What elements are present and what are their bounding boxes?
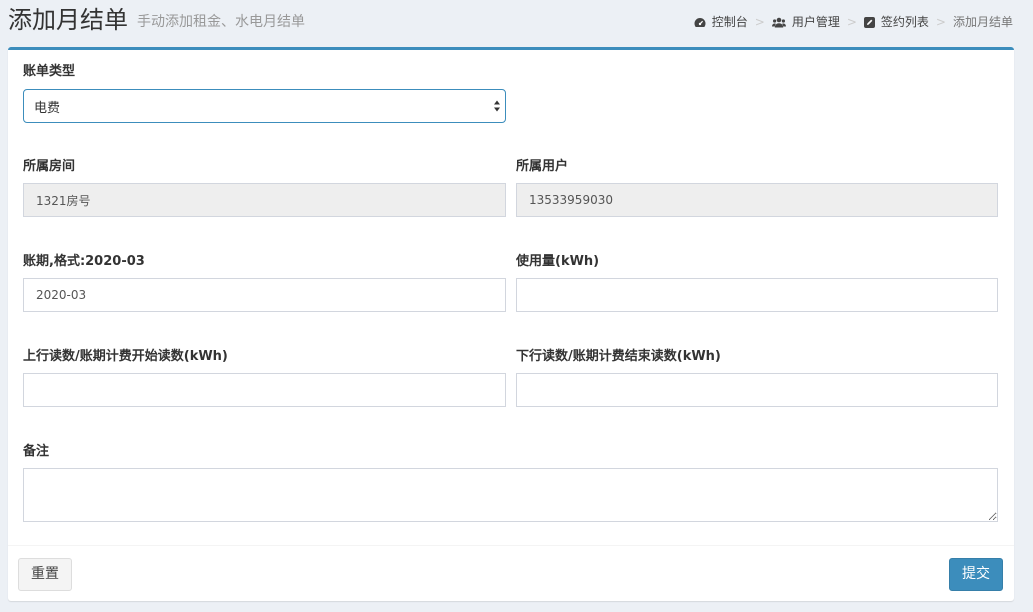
dashboard-icon — [694, 17, 706, 27]
end-reading-field[interactable] — [516, 373, 998, 407]
content-header: 添加月结单 手动添加租金、水电月结单 控制台 > 用户管理 > 签约列表 > 添… — [0, 0, 1033, 46]
bill-type-select[interactable]: 电费 — [23, 89, 506, 123]
breadcrumb-user-management[interactable]: 用户管理 — [771, 14, 840, 30]
end-reading-label: 下行读数/账期计费结束读数(kWh) — [516, 349, 721, 364]
submit-button[interactable]: 提交 — [949, 558, 1003, 591]
breadcrumb-dashboard[interactable]: 控制台 — [694, 14, 748, 30]
room-label: 所属房间 — [23, 159, 76, 174]
bill-type-label: 账单类型 — [23, 64, 76, 79]
start-reading-label: 上行读数/账期计费开始读数(kWh) — [23, 349, 228, 364]
form-footer: 重置 提交 — [8, 545, 1014, 601]
room-field[interactable] — [23, 183, 506, 217]
usage-label: 使用量(kWh) — [516, 254, 600, 269]
page-title: 添加月结单 — [8, 6, 128, 34]
user-label: 所属用户 — [516, 159, 569, 174]
remark-textarea[interactable] — [23, 468, 998, 522]
usage-field[interactable] — [516, 278, 998, 312]
select-arrows-icon — [494, 100, 500, 112]
reset-button[interactable]: 重置 — [18, 558, 72, 591]
users-icon — [771, 17, 786, 27]
page-subtitle: 手动添加租金、水电月结单 — [137, 14, 305, 30]
start-reading-field[interactable] — [23, 373, 506, 407]
breadcrumb-label: 控制台 — [711, 15, 748, 29]
user-field[interactable] — [516, 183, 998, 217]
breadcrumb-separator: > — [935, 15, 946, 29]
remark-label: 备注 — [23, 444, 50, 459]
breadcrumb: 控制台 > 用户管理 > 签约列表 > 添加月结单 — [694, 14, 1013, 30]
breadcrumb-separator: > — [846, 15, 857, 29]
period-field[interactable] — [23, 278, 506, 312]
form-box: 账单类型 电费 所属房间 所属用户 账期,格式:2020-03 使用量(kWh)… — [8, 47, 1014, 601]
period-label: 账期,格式:2020-03 — [23, 254, 145, 269]
breadcrumb-label: 签约列表 — [880, 15, 929, 29]
breadcrumb-contract-list[interactable]: 签约列表 — [863, 14, 929, 30]
edit-icon — [863, 16, 875, 28]
breadcrumb-label: 用户管理 — [791, 15, 840, 29]
bill-type-value: 电费 — [34, 100, 61, 116]
breadcrumb-separator: > — [754, 15, 765, 29]
breadcrumb-current: 添加月结单 — [952, 15, 1013, 29]
page-scrollbar[interactable] — [1025, 0, 1033, 612]
